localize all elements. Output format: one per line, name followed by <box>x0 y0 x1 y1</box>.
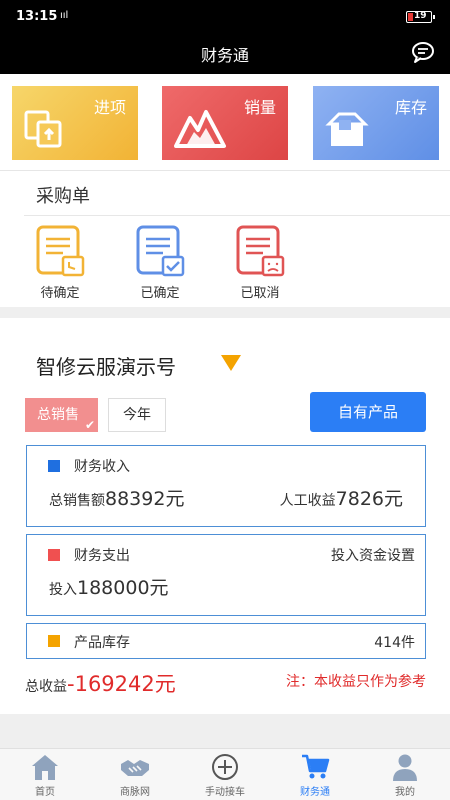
add-circle-icon <box>212 754 238 780</box>
purchase-order-section: 采购单 待确定 已确定 已取消 <box>0 170 450 307</box>
order-pending[interactable]: 待确定 <box>25 223 95 303</box>
shop-name[interactable]: 智修云服演示号 <box>36 351 176 380</box>
order-confirmed[interactable]: 已确定 <box>125 223 195 303</box>
tile-sales[interactable]: 销量 <box>162 86 288 160</box>
nav-manual-pickup-label: 手动接车 <box>205 787 245 798</box>
order-confirmed-label: 已确定 <box>140 286 180 301</box>
total-profit-label: 总收益 <box>25 679 67 695</box>
dropdown-triangle-icon[interactable] <box>221 355 241 371</box>
order-cancelled[interactable]: 已取消 <box>225 223 295 303</box>
total-profit: 总收益-169242元 <box>25 668 176 698</box>
page-title: 财务通 <box>200 46 249 65</box>
nav-finance[interactable]: 财务通 <box>270 749 360 800</box>
total-sales-label: 总销售额 <box>49 493 105 509</box>
labor-income-label: 人工收益 <box>279 493 336 509</box>
tile-incoming[interactable]: 进项 <box>12 86 138 160</box>
handshake-icon <box>121 760 149 776</box>
income-title: 财务收入 <box>74 459 130 475</box>
nav-network[interactable]: 商脉网 <box>90 749 180 800</box>
expense-title: 财务支出 <box>74 548 130 564</box>
tile-inventory-label: 库存 <box>394 98 427 117</box>
income-marker <box>48 460 60 472</box>
cancelled-order-icon <box>236 225 285 277</box>
tile-incoming-label: 进项 <box>93 98 126 117</box>
total-sales-value: 88392元 <box>105 488 185 510</box>
filter-year-button[interactable]: 今年 <box>108 398 166 432</box>
person-icon <box>393 754 417 781</box>
status-bar: 13:15 ııl 19 <box>0 0 450 32</box>
nav-home[interactable]: 首页 <box>0 749 90 800</box>
inventory-card[interactable]: 产品库存 414件 <box>26 623 426 659</box>
tile-sales-label: 销量 <box>243 98 276 117</box>
order-cancelled-label: 已取消 <box>240 286 280 301</box>
labor-income-value: 7826元 <box>335 488 403 510</box>
battery-level: 19 <box>414 11 427 21</box>
expense-card[interactable]: 财务支出 投入资金设置 投入188000元 <box>26 534 426 616</box>
check-icon: ✔ <box>84 418 95 432</box>
divider <box>24 215 450 216</box>
profit-note: 注：本收益只作为参考 <box>286 674 426 690</box>
pending-order-icon <box>36 225 85 277</box>
inventory-title: 产品库存 <box>74 635 130 651</box>
title-bar: 财务通 <box>0 32 450 74</box>
box-icon <box>325 112 369 146</box>
investment: 投入188000元 <box>49 573 169 600</box>
inventory-marker <box>48 635 60 647</box>
investment-value: 188000元 <box>77 577 169 599</box>
confirmed-order-icon <box>136 225 185 277</box>
nav-finance-label: 财务通 <box>300 787 330 798</box>
nav-manual-pickup[interactable]: 手动接车 <box>180 749 270 800</box>
nav-home-label: 首页 <box>35 787 55 798</box>
message-icon[interactable] <box>410 39 436 65</box>
expense-marker <box>48 549 60 561</box>
filter-total-label: 总销售 <box>37 407 79 423</box>
nav-network-label: 商脉网 <box>120 787 150 798</box>
signal-icon: ııl <box>60 10 69 21</box>
total-sales: 总销售额88392元 <box>49 484 184 511</box>
investment-label: 投入 <box>49 582 77 598</box>
order-pending-label: 待确定 <box>40 286 80 301</box>
purchase-title: 采购单 <box>36 186 90 207</box>
tile-inventory[interactable]: 库存 <box>313 86 439 160</box>
filter-total-sales-button[interactable]: 总销售 ✔ <box>25 398 98 432</box>
nav-mine-label: 我的 <box>395 787 415 798</box>
finance-section: 智修云服演示号 总销售 ✔ 今年 自有产品 财务收入 总销售额88392元 人工… <box>0 318 450 714</box>
status-time: 13:15 <box>16 9 58 24</box>
bottom-nav: 首页 商脉网 手动接车 财务通 我的 <box>0 748 450 800</box>
incoming-icon <box>24 110 62 148</box>
battery-icon: 19 <box>406 11 435 23</box>
mountain-chart-icon <box>174 110 226 148</box>
own-products-button[interactable]: 自有产品 <box>310 392 426 432</box>
investment-setting-link[interactable]: 投入资金设置 <box>331 545 415 565</box>
total-profit-value: -169242元 <box>67 672 176 696</box>
labor-income: 人工收益7826元 <box>280 484 403 511</box>
cart-icon <box>302 754 330 779</box>
home-icon <box>32 755 58 780</box>
quick-tiles: 进项 销量 库存 <box>0 74 450 170</box>
nav-mine[interactable]: 我的 <box>360 749 450 800</box>
inventory-count: 414件 <box>374 635 415 651</box>
income-card[interactable]: 财务收入 总销售额88392元 人工收益7826元 <box>26 445 426 527</box>
